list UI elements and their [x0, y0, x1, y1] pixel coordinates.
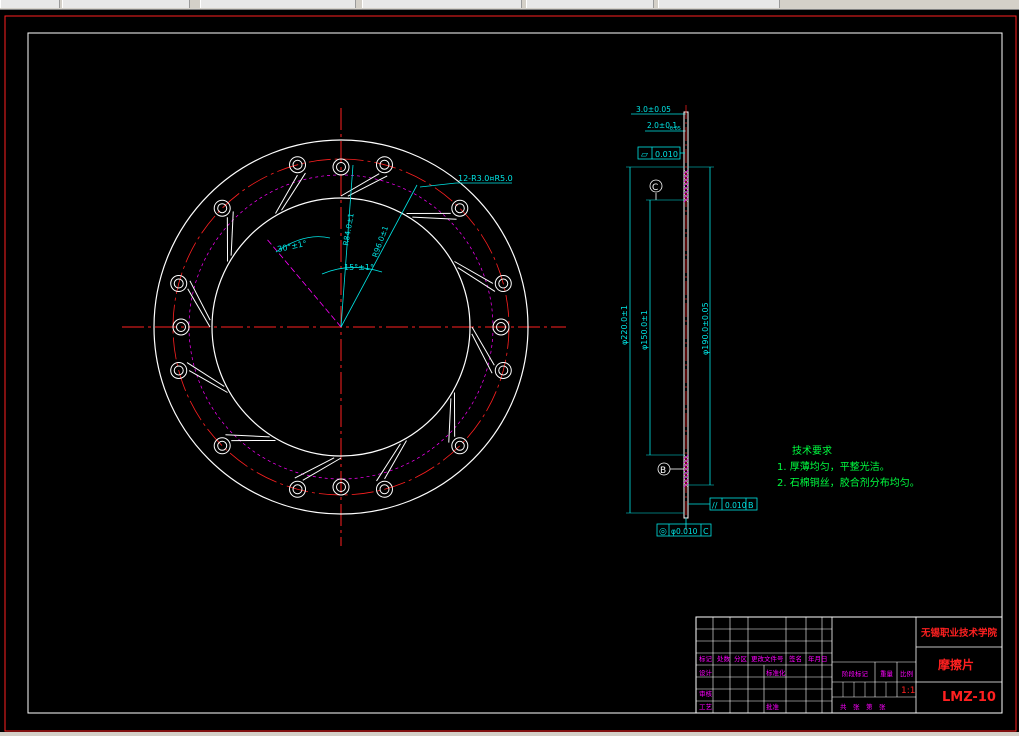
side-view: 3.0±0.05 2.0±0.1 -0.05 ▱ 0.010 C φ220.0±… [620, 105, 758, 537]
radius-outer-text: R96.0±1 [370, 224, 390, 258]
tech-notes-title: 技术要求 [792, 444, 832, 457]
toolbar-cell[interactable] [62, 0, 190, 8]
groove [448, 392, 456, 443]
school-name: 无锡职业技术学院 [920, 627, 998, 639]
groove [275, 172, 306, 214]
toolbar-cell[interactable] [362, 0, 522, 8]
title-block: 无锡职业技术学院 摩擦片 LMZ-10 1:1 标记 处数 分区 更改文件号 签… [695, 616, 1003, 714]
datum-b-letter: B [660, 466, 666, 476]
toolbar-cell[interactable] [526, 0, 654, 8]
front-view: 12-R3.0¤R5.0 30°±1° 15°±1° R84.0±1 R96.0… [122, 108, 566, 546]
tb-label-design: 设计 [699, 668, 713, 677]
dia-outer-text: φ220.0±1 [620, 305, 629, 345]
toolbar-cell[interactable] [200, 0, 356, 8]
drawing-number: LMZ-10 [942, 690, 996, 705]
parallel-ref: B [748, 501, 754, 510]
tech-note-1: 1. 厚薄均匀，平整光洁。 [777, 460, 890, 473]
groove [294, 457, 342, 481]
angle-minor-text: 15°±1° [344, 263, 374, 272]
inner-frame-border [27, 32, 1003, 714]
tb-label-review: 审核 [699, 689, 713, 698]
concentric-symbol: ◎ [659, 527, 667, 537]
angle-major-text: 30°±1° [277, 239, 308, 254]
drawing-canvas[interactable]: 12-R3.0¤R5.0 30°±1° 15°±1° R84.0±1 R96.0… [0, 10, 1019, 732]
tb-label-zone: 分区 [734, 654, 748, 663]
groove [225, 434, 276, 442]
tb-label-sheets: 共 张 第 张 [840, 702, 886, 711]
groove [471, 326, 495, 374]
technical-requirements: 技术要求 1. 厚薄均匀，平整光洁。 2. 石棉铜丝，胶合剂分布均匀。 [777, 444, 920, 489]
tb-label-ratio: 比例 [900, 669, 913, 678]
cad-toolbar-strip [0, 0, 1019, 10]
concentric-value: φ0.010 [671, 527, 698, 536]
thickness-core-tol: -0.05 [668, 126, 681, 132]
rivet-hole [451, 199, 469, 217]
thickness-total-text: 3.0±0.05 [636, 105, 671, 114]
tb-label-approve: 批准 [766, 702, 780, 711]
part-name: 摩擦片 [938, 657, 974, 672]
flatness-symbol: ▱ [641, 150, 648, 160]
toolbar-cell[interactable] [0, 0, 60, 8]
radius-inner-text: R84.0±1 [341, 212, 356, 246]
concentric-ref: C [703, 527, 709, 536]
tb-label-process: 工艺 [699, 703, 713, 711]
tb-label-sign: 签名 [789, 654, 802, 663]
tb-label-count: 处数 [717, 654, 731, 663]
datum-c-letter: C [652, 183, 658, 193]
groove [454, 261, 496, 292]
groove [226, 211, 234, 262]
groove [186, 362, 228, 393]
hole-callout-text: 12-R3.0¤R5.0 [458, 174, 513, 183]
parallel-value: 0.010 [725, 501, 747, 510]
status-strip [0, 732, 1019, 736]
dia-inner-text: φ150.0±1 [640, 310, 649, 350]
tech-note-2: 2. 石棉铜丝，胶合剂分布均匀。 [777, 476, 920, 489]
rivet-hole [213, 199, 231, 217]
tb-label-date: 年月日 [808, 654, 828, 663]
scale-value: 1:1 [901, 686, 915, 696]
dia-mid-text: φ190.0±0.05 [701, 302, 710, 355]
toolbar-cell[interactable] [658, 0, 780, 8]
rivet-hole [451, 437, 469, 455]
tb-label-mark: 标记 [699, 654, 713, 663]
rivet-hole [213, 437, 231, 455]
tb-label-standardize: 标准化 [766, 668, 786, 677]
parallel-symbol: // [712, 501, 718, 510]
tb-label-weight: 重量 [880, 670, 894, 678]
flatness-value: 0.010 [655, 150, 678, 159]
groove [406, 212, 457, 220]
tb-label-change-doc: 更改文件号 [751, 654, 784, 663]
groove [376, 440, 407, 482]
hole-callout-leader [419, 182, 457, 188]
tb-label-stage-mark: 阶段标记 [842, 669, 869, 678]
